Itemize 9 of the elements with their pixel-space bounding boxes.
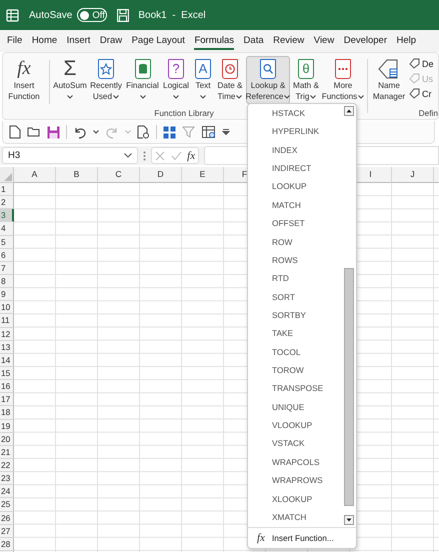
question-book-icon: ?	[168, 59, 184, 79]
group-label: Defin	[418, 108, 438, 118]
window-title: Book1 - Excel	[138, 10, 206, 20]
letter-book-icon: A	[195, 59, 211, 79]
theta-book-icon: θ	[298, 59, 314, 79]
sigma-icon: Σ	[64, 58, 76, 80]
autosave-label: AutoSave	[29, 10, 72, 20]
function-icon: fx	[17, 59, 31, 79]
group-label: Function Library	[154, 108, 214, 118]
